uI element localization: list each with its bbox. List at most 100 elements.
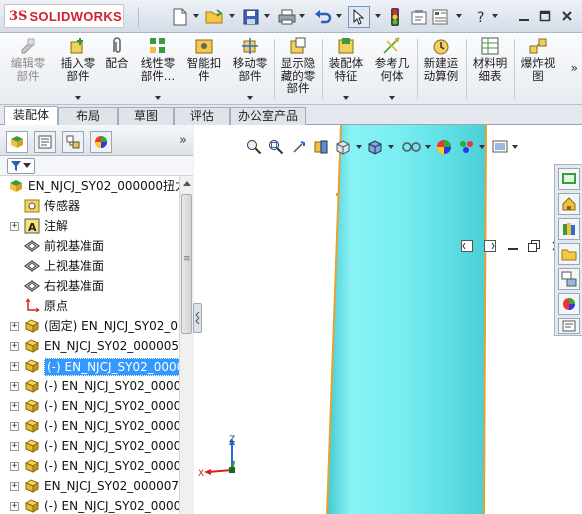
tree-node[interactable]: 右视基准面 <box>0 276 179 296</box>
show-hidden-components-button[interactable]: 显示隐 藏的零 部件 <box>276 35 320 103</box>
help-icon[interactable]: ? <box>474 6 490 28</box>
minimize-icon[interactable] <box>516 8 532 24</box>
tree-node[interactable]: + (固定) EN_NJCJ_SY02_0 <box>0 316 179 336</box>
tree-node[interactable]: + (-) EN_NJCJ_SY02_0000 <box>0 496 179 514</box>
feature-manager-tab[interactable] <box>6 131 28 153</box>
custom-properties-tab[interactable] <box>558 318 580 334</box>
filter-button[interactable] <box>7 158 35 174</box>
graphics-viewport[interactable]: Z X <box>194 125 582 514</box>
smart-fasteners-button[interactable]: 智能扣 件 <box>182 35 226 103</box>
save-dropdown-arrow[interactable] <box>264 14 270 18</box>
configuration-manager-tab[interactable] <box>62 131 84 153</box>
reference-geometry-button[interactable]: 参考几 何体 <box>370 35 414 103</box>
insert-component-button[interactable]: 插入零 部件 <box>56 35 100 103</box>
display-style-dropdown-arrow[interactable] <box>388 145 394 149</box>
tree-expand-toggle[interactable]: + <box>10 462 19 471</box>
viewport-tile-right-icon[interactable] <box>483 238 497 254</box>
hide-show-dropdown-arrow[interactable] <box>425 145 431 149</box>
panel-more-button[interactable]: » <box>179 133 187 148</box>
open-folder-icon[interactable] <box>204 6 226 28</box>
tree-node[interactable]: + (-) EN_NJCJ_SY02_0000 <box>0 396 179 416</box>
zoom-to-fit-icon[interactable] <box>244 137 264 157</box>
maximize-icon[interactable] <box>537 8 553 24</box>
new-dropdown-arrow[interactable] <box>193 14 199 18</box>
solidworks-resources-tab[interactable] <box>558 168 580 190</box>
view-palette-tab[interactable] <box>558 268 580 290</box>
mate-button[interactable]: 配合 <box>102 35 132 103</box>
bill-of-materials-button[interactable]: 材料明 细表 <box>468 35 512 103</box>
tree-node[interactable]: + (-) EN_NJCJ_SY02_0000 <box>0 456 179 476</box>
new-motion-study-button[interactable]: 新建运 动算例 <box>419 35 463 103</box>
assembly-features-button[interactable]: 装配体 特征 <box>324 35 368 103</box>
viewport-restore-icon[interactable] <box>527 238 541 254</box>
view-orientation-icon[interactable] <box>334 137 354 157</box>
apply-scene-dropdown-arrow[interactable] <box>479 145 485 149</box>
appearances-tab[interactable] <box>558 293 580 315</box>
undo-icon[interactable] <box>312 6 334 28</box>
tree-expand-toggle[interactable]: + <box>10 422 19 431</box>
insert-component-dropdown-arrow[interactable] <box>75 96 81 100</box>
tree-node[interactable]: + (-) EN_NJCJ_SY02_0000 <box>0 436 179 456</box>
open-dropdown-arrow[interactable] <box>229 14 235 18</box>
tree-node[interactable]: + A 注解 <box>0 216 179 236</box>
print-dropdown-arrow[interactable] <box>299 14 305 18</box>
select-pointer-icon[interactable] <box>348 6 370 28</box>
tree-node[interactable]: 上视基准面 <box>0 256 179 276</box>
tree-expand-toggle[interactable]: + <box>10 442 19 451</box>
scroll-thumb[interactable] <box>181 194 192 334</box>
save-icon[interactable] <box>241 6 261 28</box>
view-orientation-dropdown-arrow[interactable] <box>356 145 362 149</box>
hide-show-items-icon[interactable] <box>400 137 424 157</box>
tree-expand-toggle[interactable]: + <box>10 502 19 511</box>
display-manager-tab[interactable] <box>90 131 112 153</box>
scroll-up-arrow[interactable] <box>183 181 191 186</box>
viewport-minimize-icon[interactable] <box>506 238 520 254</box>
apply-scene-icon[interactable] <box>457 137 477 157</box>
linear-pattern-button[interactable]: 线性零 部件… <box>136 35 180 103</box>
tree-expand-toggle[interactable]: + <box>10 222 19 231</box>
tree-node[interactable]: 原点 <box>0 296 179 316</box>
tree-expand-toggle[interactable]: + <box>10 322 19 331</box>
help-dropdown-arrow[interactable] <box>492 14 498 18</box>
file-properties-icon[interactable] <box>409 6 429 28</box>
tree-expand-toggle[interactable]: + <box>10 382 19 391</box>
reference-geometry-dropdown-arrow[interactable] <box>389 96 395 100</box>
cylinder-part[interactable] <box>327 125 486 514</box>
tab-evaluate[interactable]: 评估 <box>174 107 230 125</box>
edit-component-button[interactable]: 编辑零 部件 <box>6 35 50 103</box>
previous-view-icon[interactable] <box>289 137 309 157</box>
tree-node[interactable]: + EN_NJCJ_SY02_000007 <box>0 476 179 496</box>
property-manager-tab[interactable] <box>34 131 56 153</box>
options-dropdown-arrow[interactable] <box>456 14 462 18</box>
tree-node[interactable]: EN_NJCJ_SY02_000000扭力 <box>0 176 179 196</box>
panel-splitter-handle[interactable] <box>193 303 202 333</box>
view-settings-icon[interactable] <box>490 137 510 157</box>
tree-expand-toggle[interactable]: + <box>10 362 19 371</box>
select-dropdown-arrow[interactable] <box>375 14 381 18</box>
ribbon-more-button[interactable]: » <box>571 61 578 75</box>
options-icon[interactable] <box>430 6 450 28</box>
section-view-icon[interactable] <box>311 137 331 157</box>
viewport-tile-left-icon[interactable] <box>460 238 474 254</box>
zoom-to-area-icon[interactable] <box>266 137 286 157</box>
exploded-view-button[interactable]: 爆炸视 图 <box>516 35 560 103</box>
edit-appearance-icon[interactable] <box>434 137 454 157</box>
undo-dropdown-arrow[interactable] <box>336 14 342 18</box>
tab-layout[interactable]: 布局 <box>58 107 118 125</box>
tree-expand-toggle[interactable]: + <box>10 342 19 351</box>
design-library-tab[interactable] <box>558 193 580 215</box>
tree-node[interactable]: + EN_NJCJ_SY02_000005 <box>0 336 179 356</box>
print-icon[interactable] <box>277 6 297 28</box>
tree-node[interactable]: + (-) EN_NJCJ_SY02_0000 <box>0 356 179 376</box>
display-style-icon[interactable] <box>366 137 386 157</box>
tree-node[interactable]: + (-) EN_NJCJ_SY02_0000 <box>0 416 179 436</box>
tree-expand-toggle[interactable]: + <box>10 482 19 491</box>
assembly-features-dropdown-arrow[interactable] <box>343 96 349 100</box>
tree-node[interactable]: + (-) EN_NJCJ_SY02_0000 <box>0 376 179 396</box>
tree-scrollbar[interactable]: ≡ <box>179 176 193 514</box>
file-explorer-tab[interactable] <box>558 243 580 265</box>
move-component-dropdown-arrow[interactable] <box>247 96 253 100</box>
solidworks-logo[interactable]: 3S SOLIDWORKS <box>4 4 124 28</box>
tab-assembly[interactable]: 装配体 <box>4 106 58 126</box>
tree-expand-toggle[interactable]: + <box>10 402 19 411</box>
